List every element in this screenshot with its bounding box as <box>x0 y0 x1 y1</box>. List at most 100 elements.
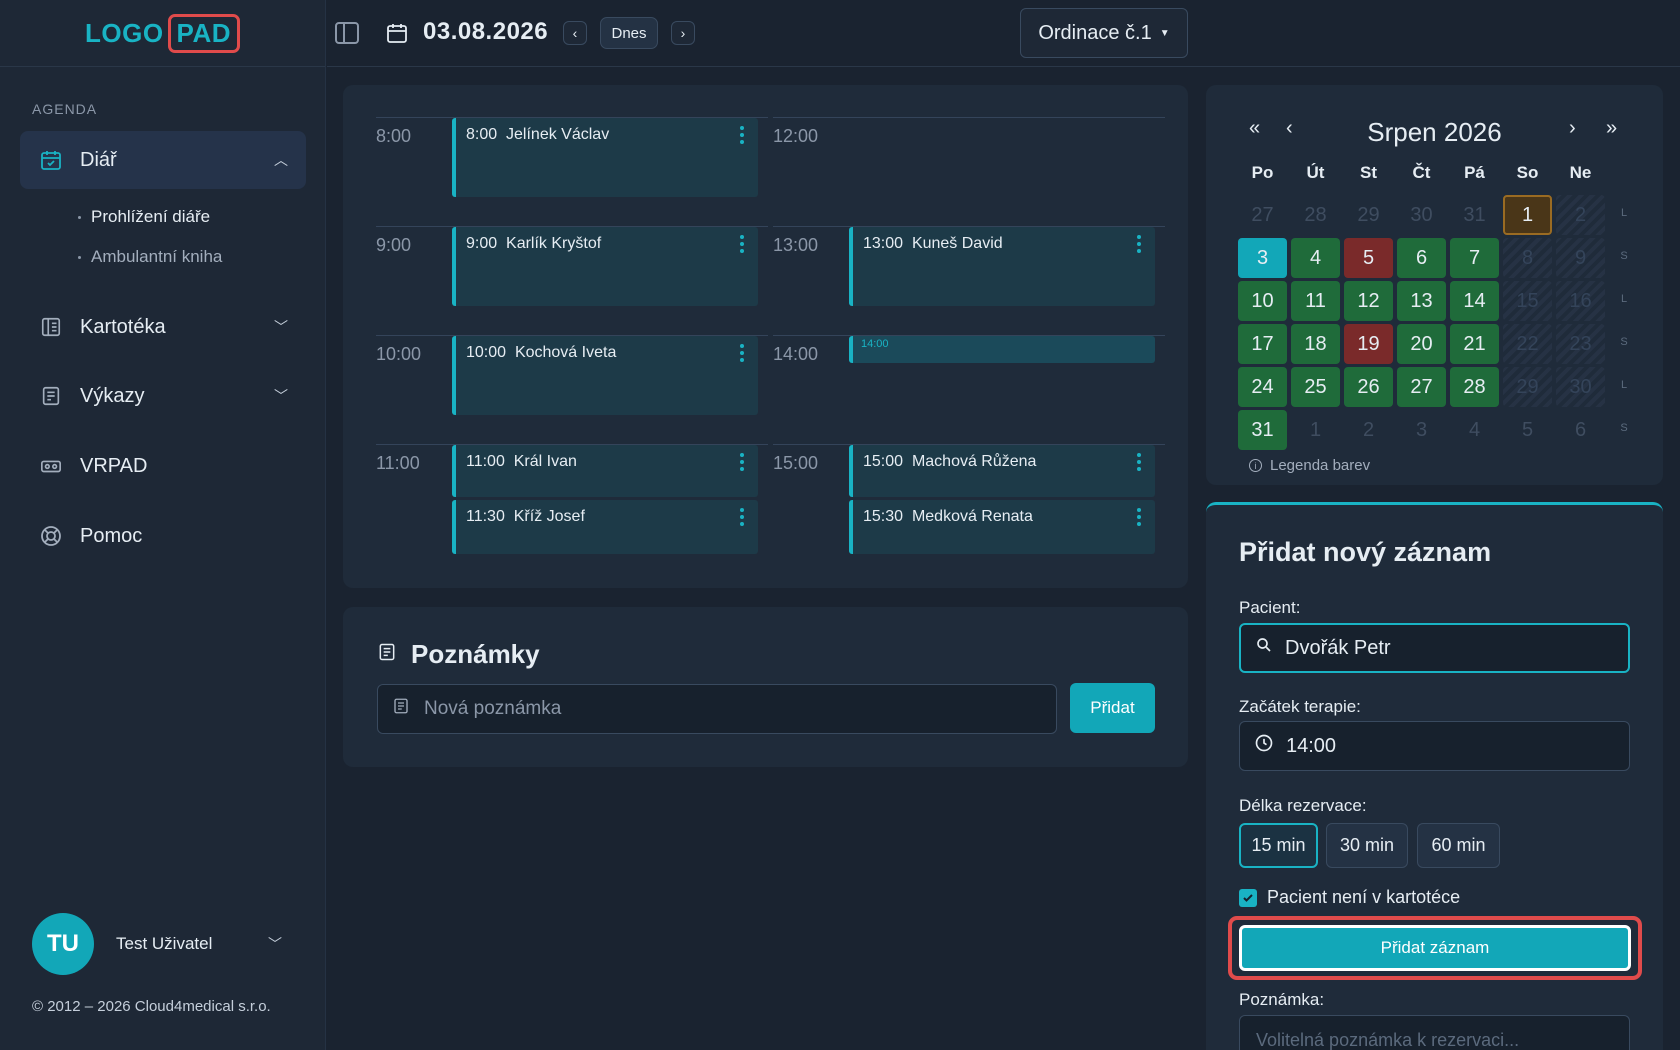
calendar-day[interactable]: 9 <box>1556 238 1605 278</box>
sidebar-toggle-icon[interactable] <box>335 22 359 44</box>
not-in-registry-checkbox[interactable]: Pacient není v kartotéce <box>1239 887 1460 908</box>
calendar-day[interactable]: 19 <box>1344 324 1393 364</box>
user-menu[interactable]: TU Test Uživatel ﹀ <box>32 913 282 975</box>
kebab-menu-icon[interactable] <box>740 344 744 365</box>
kebab-menu-icon[interactable] <box>740 126 744 147</box>
slot-time: 8:00 <box>376 126 412 146</box>
time-slot[interactable]: 15:00 15:00 Machová Růžena 15:30 Medková… <box>773 444 1165 554</box>
appointment[interactable]: 8:00 Jelínek Václav <box>452 118 758 197</box>
appointment[interactable]: 15:30 Medková Renata <box>849 500 1155 554</box>
appointment[interactable]: 15:00 Machová Růžena <box>849 445 1155 497</box>
subnav-prohlizeni[interactable]: Prohlížení diáře <box>78 207 210 227</box>
time-slot[interactable]: 9:00 9:00 Karlík Kryštof <box>376 226 768 335</box>
kebab-menu-icon[interactable] <box>740 453 744 474</box>
calendar-day[interactable]: 26 <box>1344 367 1393 407</box>
calendar-day[interactable]: 5 <box>1503 410 1552 450</box>
kebab-menu-icon[interactable] <box>1137 453 1141 474</box>
calendar-day[interactable]: 25 <box>1291 367 1340 407</box>
calendar-day[interactable]: 20 <box>1397 324 1446 364</box>
prev-day-button[interactable]: ‹ <box>563 21 587 45</box>
calendar-day[interactable]: 5 <box>1344 238 1393 278</box>
calendar-day[interactable]: 27 <box>1397 367 1446 407</box>
logo[interactable]: LOGO PAD <box>85 13 241 53</box>
next-day-button[interactable]: › <box>671 21 695 45</box>
appointment[interactable]: 11:00 Král Ivan <box>452 445 758 497</box>
calendar-day[interactable]: 3 <box>1238 238 1287 278</box>
new-appointment-placeholder[interactable]: 14:00 <box>849 336 1155 363</box>
appointment[interactable]: 9:00 Karlík Kryštof <box>452 227 758 306</box>
sidebar-item-vrpad[interactable]: VRPAD <box>20 437 306 495</box>
calendar-day[interactable]: 11 <box>1291 281 1340 321</box>
calendar-day[interactable]: 6 <box>1397 238 1446 278</box>
duration-60-button[interactable]: 60 min <box>1417 823 1500 868</box>
next-year-button[interactable]: » <box>1606 117 1617 140</box>
sidebar-item-pomoc[interactable]: Pomoc <box>20 507 306 565</box>
calendar-day[interactable]: 28 <box>1450 367 1499 407</box>
calendar-day[interactable]: 8 <box>1503 238 1552 278</box>
calendar-day[interactable]: 18 <box>1291 324 1340 364</box>
time-slot[interactable]: 12:00 <box>773 117 1165 226</box>
sidebar-item-vykazy[interactable]: Výkazy ﹀ <box>20 367 306 425</box>
calendar-day[interactable]: 16 <box>1556 281 1605 321</box>
kebab-menu-icon[interactable] <box>740 235 744 256</box>
start-time-input[interactable]: 14:00 <box>1239 721 1630 771</box>
patient-search-input[interactable]: Dvořák Petr <box>1239 623 1630 673</box>
calendar-day[interactable]: 7 <box>1450 238 1499 278</box>
kebab-menu-icon[interactable] <box>1137 508 1141 529</box>
calendar-day[interactable]: 14 <box>1450 281 1499 321</box>
today-button[interactable]: Dnes <box>600 17 658 49</box>
time-slot[interactable]: 13:00 13:00 Kuneš David <box>773 226 1165 335</box>
appointment[interactable]: 11:30 Kříž Josef <box>452 500 758 554</box>
calendar-day[interactable]: 21 <box>1450 324 1499 364</box>
subnav-ambulantni-kniha[interactable]: Ambulantní kniha <box>78 247 222 267</box>
appointment[interactable]: 13:00 Kuneš David <box>849 227 1155 306</box>
calendar-day[interactable]: 27 <box>1238 195 1287 235</box>
calendar-day[interactable]: 30 <box>1397 195 1446 235</box>
calendar-day[interactable]: 15 <box>1503 281 1552 321</box>
time-slot[interactable]: 8:00 8:00 Jelínek Václav <box>376 117 768 226</box>
checkbox-checked-icon[interactable] <box>1239 888 1257 907</box>
sidebar-item-diar[interactable]: Diář ︿ <box>20 131 306 189</box>
add-note-button[interactable]: Přidat <box>1070 683 1155 733</box>
logo-area: LOGO PAD <box>0 0 325 67</box>
kebab-menu-icon[interactable] <box>1137 235 1141 256</box>
calendar-day[interactable]: 1 <box>1291 410 1340 450</box>
time-slot[interactable]: 11:00 11:00 Král Ivan 11:30 Kříž Josef <box>376 444 768 554</box>
duration-15-button[interactable]: 15 min <box>1239 823 1318 868</box>
add-record-button[interactable]: Přidat záznam <box>1239 925 1631 971</box>
calendar-day[interactable]: 6 <box>1556 410 1605 450</box>
calendar-day[interactable]: 4 <box>1450 410 1499 450</box>
sidebar-item-kartoteka[interactable]: Kartotéka ﹀ <box>20 298 306 356</box>
calendar-day[interactable]: 29 <box>1503 367 1552 407</box>
color-legend[interactable]: i Legenda barev <box>1249 457 1370 474</box>
kebab-menu-icon[interactable] <box>740 508 744 529</box>
calendar-day[interactable]: 4 <box>1291 238 1340 278</box>
calendar-day[interactable]: 10 <box>1238 281 1287 321</box>
current-date[interactable]: 03.08.2026 <box>423 18 548 46</box>
calendar-day[interactable]: 22 <box>1503 324 1552 364</box>
calendar-day[interactable]: 24 <box>1238 367 1287 407</box>
calendar-check-icon <box>38 147 64 173</box>
subnav-label: Ambulantní kniha <box>91 247 223 266</box>
calendar-day[interactable]: 2 <box>1344 410 1393 450</box>
new-note-input[interactable]: Nová poznámka <box>377 684 1057 734</box>
calendar-day[interactable]: 2 <box>1556 195 1605 235</box>
calendar-day[interactable]: 3 <box>1397 410 1446 450</box>
calendar-day[interactable]: 23 <box>1556 324 1605 364</box>
calendar-day[interactable]: 1 <box>1503 195 1552 235</box>
duration-30-button[interactable]: 30 min <box>1326 823 1408 868</box>
calendar-day[interactable]: 31 <box>1238 410 1287 450</box>
calendar-day[interactable]: 17 <box>1238 324 1287 364</box>
calendar-day[interactable]: 30 <box>1556 367 1605 407</box>
room-select[interactable]: Ordinace č.1 ▼ <box>1020 8 1188 58</box>
calendar-day[interactable]: 28 <box>1291 195 1340 235</box>
calendar-day[interactable]: 12 <box>1344 281 1393 321</box>
calendar-day[interactable]: 31 <box>1450 195 1499 235</box>
time-slot[interactable]: 14:00 14:00 <box>773 335 1165 444</box>
time-slot[interactable]: 10:00 10:00 Kochová Iveta <box>376 335 768 444</box>
calendar-day[interactable]: 29 <box>1344 195 1393 235</box>
next-month-button[interactable]: › <box>1569 117 1576 140</box>
reservation-note-input[interactable]: Volitelná poznámka k rezervaci... <box>1239 1015 1630 1050</box>
appointment[interactable]: 10:00 Kochová Iveta <box>452 336 758 415</box>
calendar-day[interactable]: 13 <box>1397 281 1446 321</box>
